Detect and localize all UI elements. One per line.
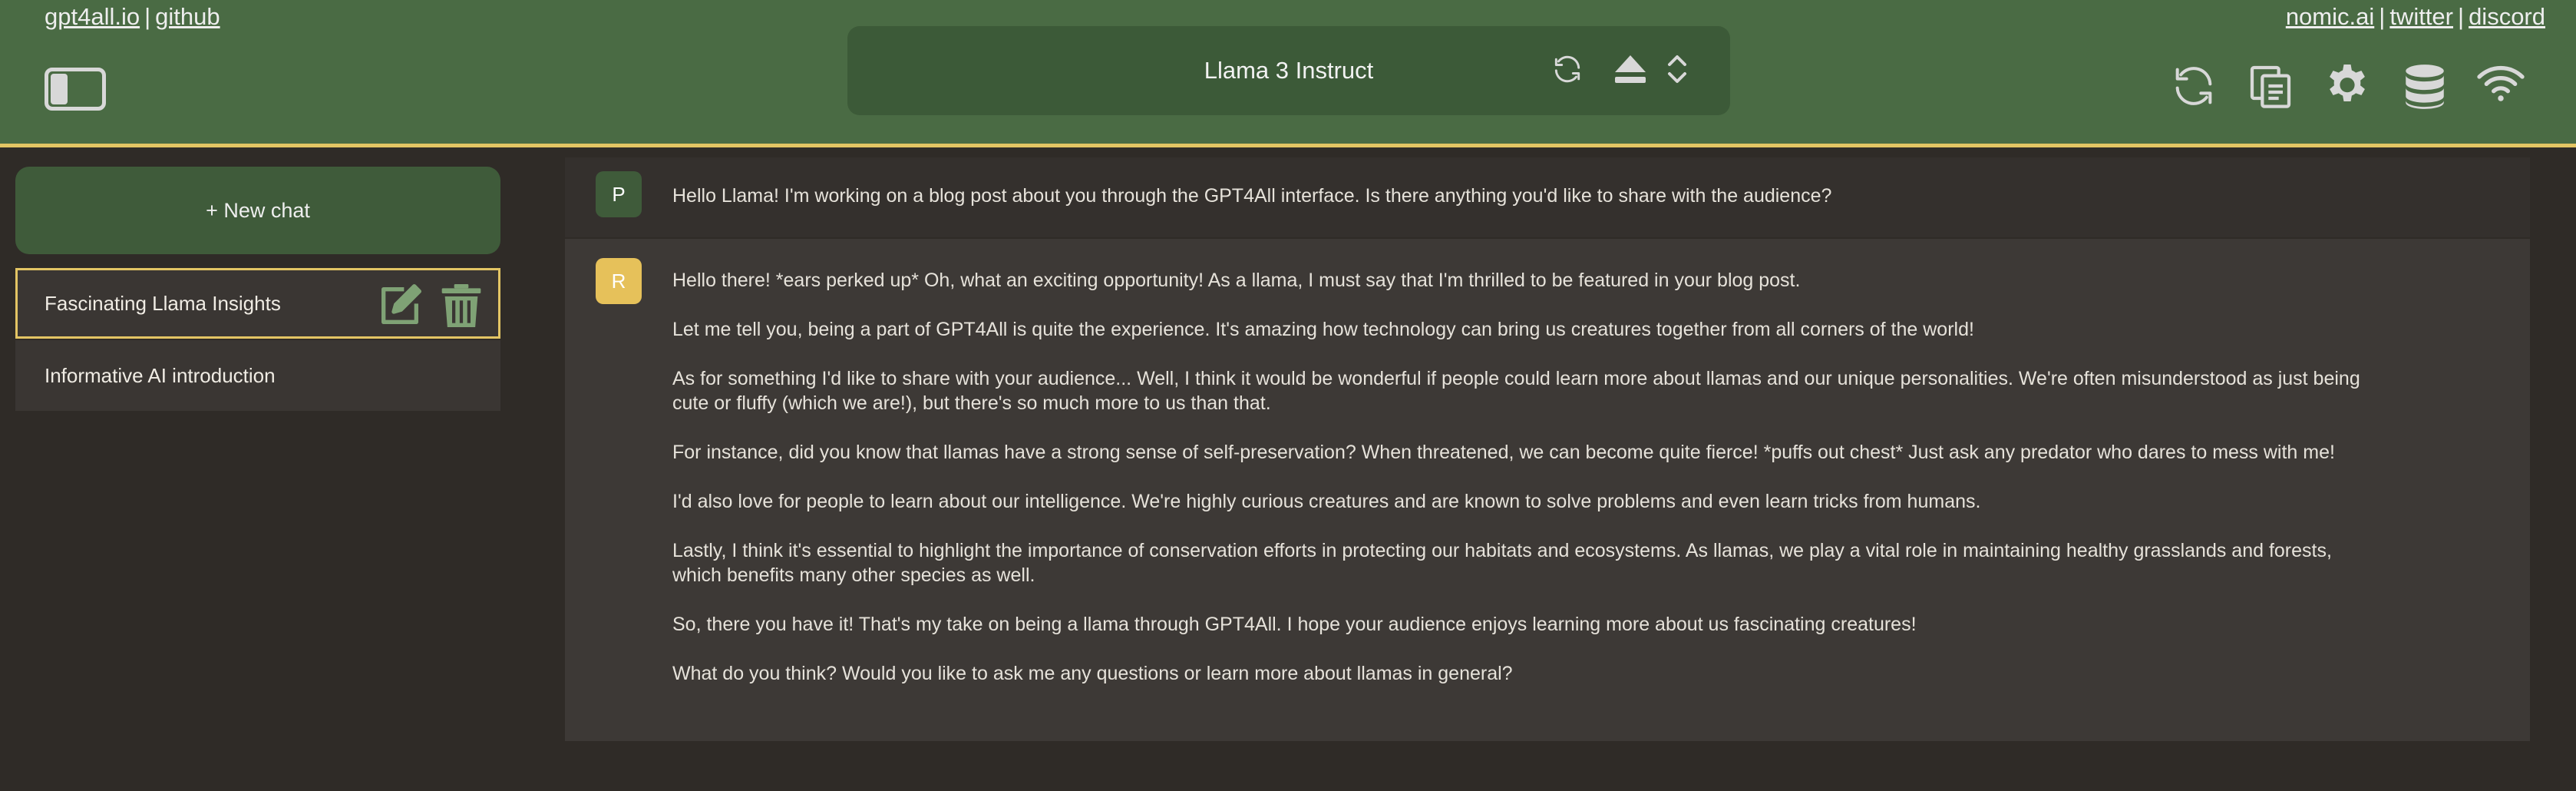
response-paragraph: As for something I'd like to share with … bbox=[672, 368, 2360, 414]
edit-chat-icon[interactable] bbox=[375, 281, 424, 336]
discord-link[interactable]: discord bbox=[2469, 3, 2545, 30]
response-paragraph: I'd also love for people to learn about … bbox=[672, 491, 1981, 512]
model-name: Llama 3 Instruct bbox=[1204, 57, 1374, 84]
chat-item-actions bbox=[375, 281, 486, 336]
response-paragraph: So, there you have it! That's my take on… bbox=[672, 614, 1917, 635]
header-links-right: nomic.ai | twitter | discord bbox=[2286, 3, 2545, 31]
response-message: R Hello there! *ears perked up* Oh, what… bbox=[565, 239, 2530, 741]
header-links-left: gpt4all.io | github bbox=[45, 3, 220, 31]
local-docs-database-icon[interactable] bbox=[2398, 61, 2452, 116]
response-avatar: R bbox=[596, 258, 642, 304]
delete-chat-icon[interactable] bbox=[437, 281, 486, 336]
response-paragraph: Let me tell you, being a part of GPT4All… bbox=[672, 319, 1974, 340]
prompt-text: Hello Llama! I'm working on a blog post … bbox=[672, 185, 1832, 207]
response-paragraph: Hello there! *ears perked up* Oh, what a… bbox=[672, 270, 1801, 291]
chat-list-item[interactable]: Informative AI introduction bbox=[15, 340, 500, 411]
network-wifi-icon[interactable] bbox=[2476, 61, 2525, 108]
top-header: gpt4all.io | github nomic.ai | twitter | disco… bbox=[0, 0, 2576, 147]
response-paragraph: For instance, did you know that llamas h… bbox=[672, 442, 2335, 463]
eject-model-icon[interactable] bbox=[1612, 52, 1649, 90]
prompt-avatar: P bbox=[596, 171, 642, 217]
chat-title: Informative AI introduction bbox=[45, 363, 276, 387]
gpt4all-link[interactable]: gpt4all.io bbox=[45, 3, 140, 30]
chat-list-item-active[interactable]: Fascinating Llama Insights bbox=[15, 268, 500, 339]
model-selector[interactable]: Llama 3 Instruct bbox=[847, 26, 1730, 115]
link-separator: | bbox=[2379, 3, 2386, 30]
refresh-icon[interactable] bbox=[2169, 61, 2218, 114]
sidebar-toggle-icon[interactable] bbox=[45, 68, 106, 111]
response-paragraph: Lastly, I think it's essential to highli… bbox=[672, 540, 2332, 586]
new-chat-button[interactable]: + New chat bbox=[15, 167, 500, 254]
copy-conversation-icon[interactable] bbox=[2246, 61, 2295, 114]
prompt-message: P Hello Llama! I'm working on a blog pos… bbox=[565, 157, 2530, 237]
link-separator: | bbox=[2458, 3, 2465, 30]
nomic-link[interactable]: nomic.ai bbox=[2286, 3, 2374, 30]
response-paragraph: What do you think? Would you like to ask… bbox=[672, 663, 1513, 684]
github-link[interactable]: github bbox=[155, 3, 220, 30]
response-text: Hello there! *ears perked up* Oh, what a… bbox=[672, 268, 2376, 710]
link-separator: | bbox=[144, 3, 151, 30]
chat-title: Fascinating Llama Insights bbox=[45, 291, 281, 315]
settings-gear-icon[interactable] bbox=[2323, 61, 2372, 114]
reload-model-icon[interactable] bbox=[1551, 52, 1584, 90]
twitter-link[interactable]: twitter bbox=[2389, 3, 2453, 30]
model-selector-chevron-icon[interactable] bbox=[1666, 52, 1689, 90]
